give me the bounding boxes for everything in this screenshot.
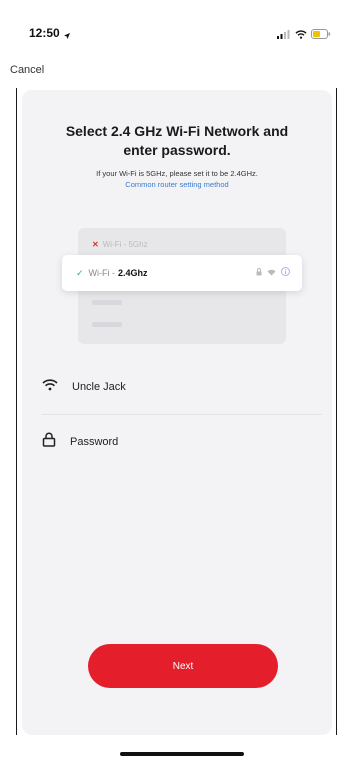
password-placeholder: Password	[70, 436, 119, 448]
placeholder-row	[92, 320, 272, 328]
home-indicator[interactable]	[120, 752, 244, 756]
good-network-band: 2.4Ghz	[118, 268, 148, 278]
wifi-small-icon	[267, 268, 276, 278]
status-time: 12:50	[29, 26, 60, 40]
frame-edge-left	[16, 88, 17, 735]
good-network-prefix: Wi-Fi -	[88, 268, 116, 278]
placeholder-row	[92, 298, 272, 306]
signal-icon	[277, 26, 291, 44]
status-bar: 12:50	[0, 0, 353, 50]
page-title-line1: Select 2.4 GHz Wi-Fi Network and	[65, 123, 289, 139]
frame-edge-right	[336, 88, 337, 735]
wifi-icon	[295, 26, 307, 44]
lock-icon	[42, 432, 56, 452]
check-icon: ✓	[76, 267, 84, 278]
cross-icon: ✕	[92, 240, 99, 249]
field-divider	[42, 414, 322, 415]
cancel-button[interactable]: Cancel	[10, 64, 44, 76]
location-arrow-icon	[63, 27, 71, 45]
lock-icon	[256, 267, 262, 278]
good-network-row: ✓ Wi-Fi - 2.4Ghz	[62, 255, 302, 291]
wifi-ssid-value: Uncle Jack	[72, 381, 126, 393]
bad-network-label: Wi-Fi - 5Ghz	[102, 240, 148, 249]
wifi-icon	[42, 378, 58, 396]
page-subtitle: If your Wi-Fi is 5GHz, please set it to …	[96, 169, 258, 178]
router-help-link[interactable]: Common router setting method	[22, 180, 332, 189]
page-title: Select 2.4 GHz Wi-Fi Network and enter p…	[22, 122, 332, 160]
info-icon	[281, 267, 290, 278]
bad-network-row: ✕ Wi-Fi - 5Ghz	[92, 240, 148, 249]
page-title-line2: enter password.	[123, 142, 231, 158]
network-row-icons	[256, 267, 290, 278]
battery-icon	[311, 26, 331, 44]
wifi-setup-card: Select 2.4 GHz Wi-Fi Network and enter p…	[22, 90, 332, 735]
wifi-ssid-field[interactable]: Uncle Jack	[42, 368, 322, 406]
password-field[interactable]: Password	[42, 423, 322, 461]
next-button[interactable]: Next	[88, 644, 278, 688]
status-icons	[277, 26, 331, 44]
